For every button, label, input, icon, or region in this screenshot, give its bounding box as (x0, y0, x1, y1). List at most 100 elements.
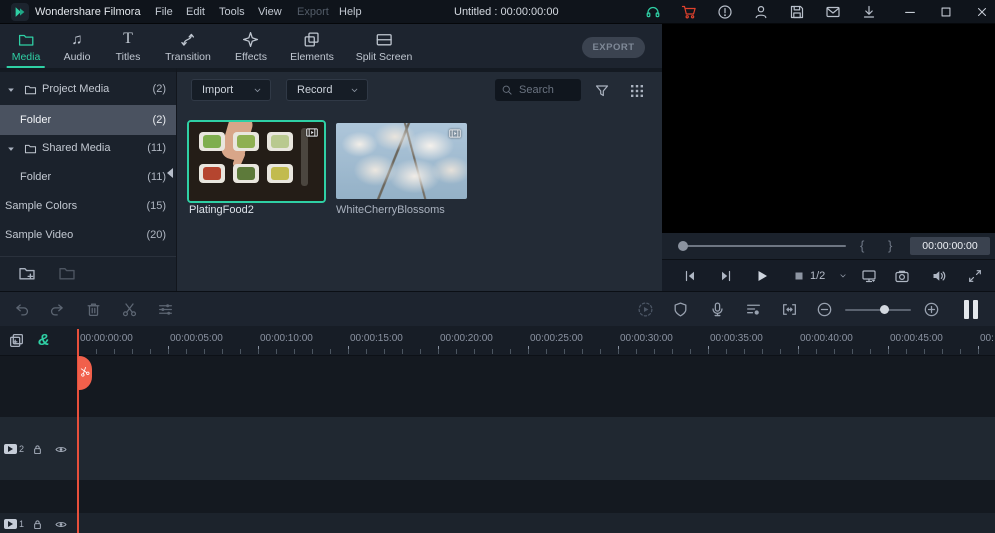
search-box[interactable] (495, 79, 581, 101)
mark-out-icon[interactable]: } (888, 233, 892, 259)
tab-elements[interactable]: Elements (290, 30, 334, 63)
dual-monitor-icon[interactable] (861, 268, 877, 284)
tab-transition[interactable]: Transition (165, 30, 211, 63)
ruler-tick-label: 00:00:30:00 (620, 333, 673, 344)
tab-titles[interactable]: T Titles (116, 30, 141, 64)
sidebar-item-sample-colors[interactable]: Sample Colors (15) (0, 198, 176, 215)
media-clip-platingfood2[interactable] (187, 120, 326, 203)
tab-media[interactable]: Media (12, 30, 40, 63)
sidebar-item-project-media[interactable]: Project Media (2) (0, 81, 176, 98)
menu-help[interactable]: Help (339, 0, 362, 24)
folder-icon (24, 83, 37, 96)
tab-audio[interactable]: ♫ Audio (64, 30, 91, 64)
timeline-toolbar (0, 291, 995, 326)
stop-button[interactable] (792, 268, 808, 284)
voiceover-mic-icon[interactable] (709, 301, 726, 318)
zoom-in-icon[interactable] (923, 301, 940, 318)
filmora-window: Wondershare Filmora File Edit Tools View… (0, 0, 995, 533)
elements-shapes-icon (290, 30, 334, 48)
scrubber-track[interactable] (686, 245, 846, 247)
delete-trash-icon[interactable] (85, 301, 102, 318)
zoom-slider[interactable] (845, 309, 911, 311)
play-button[interactable] (754, 268, 770, 284)
chevron-down-icon[interactable] (838, 271, 848, 281)
playback-quality-dropdown[interactable]: 1/2 (810, 260, 825, 292)
menu-edit[interactable]: Edit (186, 0, 205, 24)
menu-view[interactable]: View (258, 0, 282, 24)
menu-tools[interactable]: Tools (219, 0, 245, 24)
undo-icon[interactable] (13, 301, 30, 318)
chevron-down-icon (349, 85, 360, 96)
caret-down-icon[interactable] (6, 144, 16, 154)
search-icon (501, 84, 513, 96)
split-scissors-icon[interactable] (121, 301, 138, 318)
adjust-properties-icon[interactable] (157, 301, 174, 318)
export-button[interactable]: EXPORT (582, 37, 645, 58)
tab-effects[interactable]: Effects (235, 30, 267, 63)
toggle-visibility-eye-icon[interactable] (54, 443, 68, 455)
filter-funnel-icon[interactable] (594, 83, 610, 99)
add-folder-button[interactable] (18, 264, 36, 282)
fullscreen-icon[interactable] (967, 268, 983, 284)
render-preview-icon[interactable] (637, 301, 654, 318)
tab-split-screen[interactable]: Split Screen (356, 30, 412, 63)
sidebar-item-folder-selected[interactable]: Folder (2) (0, 105, 176, 135)
previous-frame-button[interactable] (682, 268, 698, 284)
download-icon[interactable] (861, 4, 877, 20)
media-clip-name: WhiteCherryBlossoms (336, 204, 445, 216)
zoom-out-icon[interactable] (816, 301, 833, 318)
ruler-tick-label: 00:00:20:00 (440, 333, 493, 344)
close-button[interactable] (975, 5, 989, 19)
feedback-mail-icon[interactable] (825, 4, 841, 20)
timeline-ruler[interactable]: & 00:00:00:00 00:00:05:00 00:00:10:00 00… (0, 326, 995, 356)
sidebar-item-shared-folder[interactable]: Folder (11) (0, 169, 176, 186)
sidebar-divider (0, 256, 176, 257)
track-number: 1 (19, 519, 25, 529)
mark-in-icon[interactable]: { (860, 233, 864, 259)
lock-track-icon[interactable] (31, 518, 45, 530)
current-timecode[interactable]: 00:00:00:00 (910, 237, 990, 255)
minimize-button[interactable] (903, 5, 917, 19)
save-icon[interactable] (789, 4, 805, 20)
zoom-to-fit-icon[interactable] (781, 301, 798, 318)
app-logo-icon (11, 3, 29, 21)
manage-tracks-icon[interactable] (8, 332, 25, 349)
support-headset-icon[interactable] (645, 4, 661, 20)
sidebar-item-shared-media[interactable]: Shared Media (11) (0, 140, 176, 157)
zoom-slider-handle[interactable] (880, 305, 889, 314)
titles-t-icon: T (123, 30, 133, 47)
next-frame-button[interactable] (718, 268, 734, 284)
view-grid-icon[interactable] (629, 83, 645, 99)
delete-folder-button[interactable] (58, 264, 76, 282)
cart-icon[interactable] (681, 4, 697, 20)
caret-down-icon[interactable] (6, 85, 16, 95)
ruler-tick-label: 00:00:15:00 (350, 333, 403, 344)
media-clip-whitecherryblossoms[interactable] (336, 123, 467, 199)
audio-mixer-icon[interactable] (745, 301, 762, 318)
menu-file[interactable]: File (155, 0, 173, 24)
record-dropdown[interactable]: Record (286, 79, 368, 101)
video-track-2: 2 (0, 417, 995, 480)
snapshot-camera-icon[interactable] (894, 268, 910, 284)
video-track-icon[interactable] (4, 519, 17, 529)
account-icon[interactable] (753, 4, 769, 20)
import-dropdown[interactable]: Import (191, 79, 271, 101)
auto-ripple-icon[interactable]: & (38, 329, 50, 353)
info-icon[interactable] (717, 4, 733, 20)
playhead-handle[interactable] (78, 356, 92, 390)
collapse-sidebar-arrow-icon[interactable] (167, 168, 173, 178)
pause-panel-icon[interactable] (964, 300, 980, 319)
scrubber-handle[interactable] (678, 241, 688, 251)
menu-export[interactable]: Export (297, 0, 329, 24)
lock-track-icon[interactable] (31, 443, 45, 455)
search-input[interactable] (517, 83, 575, 97)
ruler-tick-label: 00:00:45:00 (890, 333, 943, 344)
toggle-visibility-eye-icon[interactable] (54, 518, 68, 530)
volume-speaker-icon[interactable] (931, 268, 947, 284)
sidebar-item-sample-video[interactable]: Sample Video (20) (0, 227, 176, 244)
video-track-icon[interactable] (4, 444, 17, 454)
scissors-icon (78, 365, 92, 379)
redo-icon[interactable] (49, 301, 66, 318)
marker-shield-icon[interactable] (672, 301, 689, 318)
maximize-button[interactable] (939, 5, 953, 19)
